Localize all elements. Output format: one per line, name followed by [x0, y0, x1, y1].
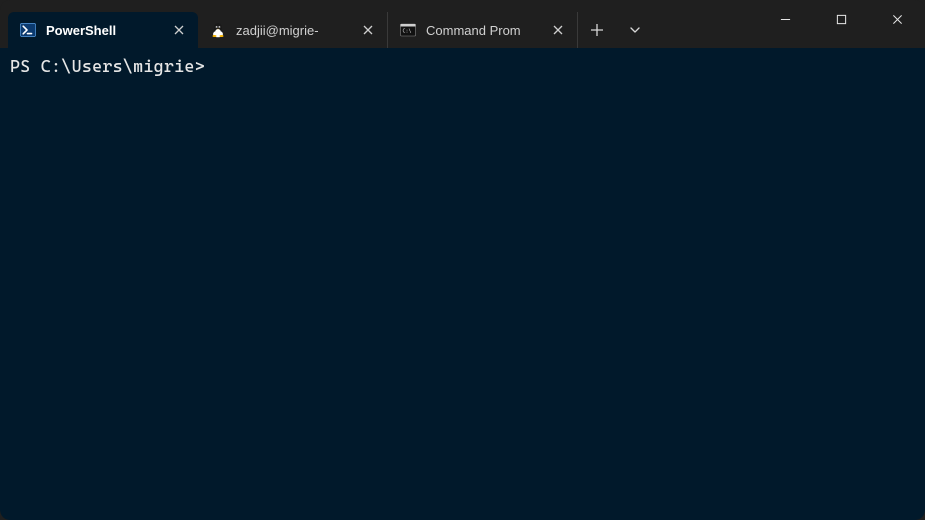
tab-strip: PowerShell [8, 0, 654, 48]
maximize-button[interactable] [813, 0, 869, 38]
tab-label: zadjii@migrie- [236, 23, 349, 38]
new-tab-button[interactable] [578, 12, 616, 48]
terminal-pane[interactable]: PS C:\Users\migrie> [0, 48, 925, 520]
tab-label: Command Prom [426, 23, 539, 38]
new-tab-dropdown[interactable] [616, 12, 654, 48]
new-tab-group [578, 12, 654, 48]
titlebar: PowerShell [0, 0, 925, 48]
tab-cmd[interactable]: C:\ Command Prom [388, 12, 578, 48]
minimize-button[interactable] [757, 0, 813, 38]
powershell-icon [20, 22, 36, 38]
prompt-line: PS C:\Users\migrie> [10, 56, 915, 76]
window-controls [757, 0, 925, 44]
close-icon[interactable] [549, 21, 567, 39]
terminal-window: PowerShell [0, 0, 925, 520]
close-window-button[interactable] [869, 0, 925, 38]
tux-icon [210, 22, 226, 38]
close-icon[interactable] [359, 21, 377, 39]
svg-text:C:\: C:\ [403, 29, 412, 35]
tab-label: PowerShell [46, 23, 160, 38]
tab-powershell[interactable]: PowerShell [8, 12, 198, 48]
cmd-icon: C:\ [400, 22, 416, 38]
close-icon[interactable] [170, 21, 188, 39]
tab-wsl[interactable]: zadjii@migrie- [198, 12, 388, 48]
